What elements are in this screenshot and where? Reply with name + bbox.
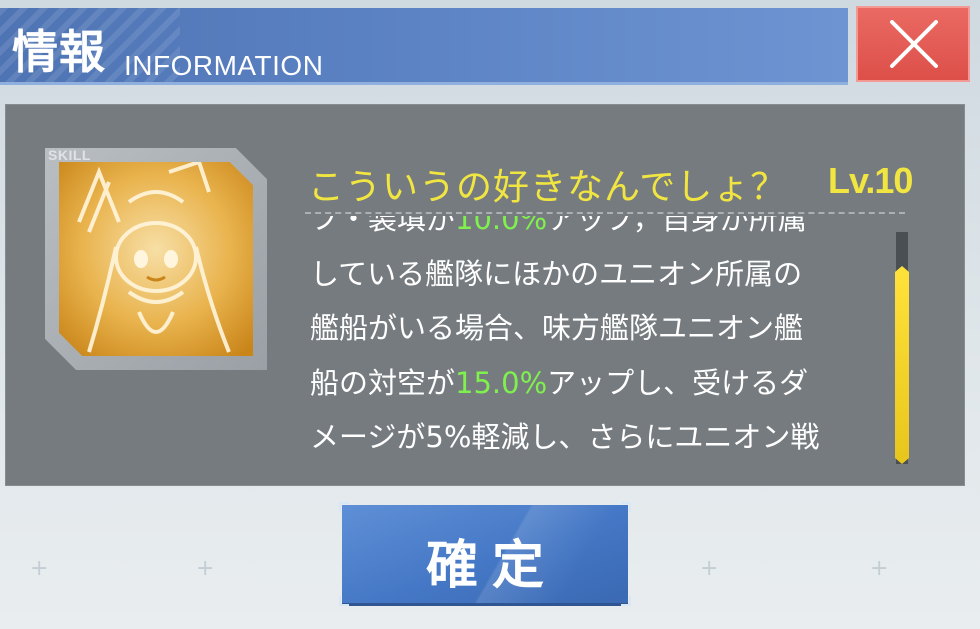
skill-name: こういうの好きなんでしょ？ (308, 167, 788, 208)
background-cross: + (30, 556, 49, 581)
close-icon (890, 20, 938, 68)
skill-description: フ・装填が10.0%アップ，自身が所属している艦隊にほかのユニオン所属の 艦船がい… (310, 216, 890, 471)
description-text: している艦隊にほかのユニオン所属の (310, 256, 803, 291)
highlight-value: 15.0% (455, 365, 548, 400)
button-corner (621, 502, 631, 512)
confirm-button-label: 確定 (425, 535, 558, 596)
close-button[interactable] (856, 6, 970, 82)
button-corner (621, 596, 631, 606)
scrollbar-thumb[interactable] (895, 266, 909, 464)
description-text: 船の対空が (310, 365, 456, 400)
background-cross: + (700, 556, 719, 581)
description-line: フ・装填が10.0%アップ，自身が所属 (310, 216, 890, 247)
skill-tag: SKILL (48, 147, 91, 163)
description-text: アップし、受けるダ (547, 365, 809, 400)
description-text: フ・装填が (310, 216, 456, 236)
button-corner (339, 502, 349, 512)
skill-portrait-icon (59, 162, 253, 356)
divider (305, 212, 905, 214)
description-text: メージが5%軽減し、さらにユニオン戦 (310, 420, 820, 454)
confirm-button[interactable]: 確定 (339, 502, 631, 606)
description-line: している艦隊にほかのユニオン所属の (310, 247, 890, 302)
skill-level: Lv.10 (828, 160, 913, 201)
description-line: メージが5%軽減し、さらにユニオン戦 (310, 410, 890, 465)
button-corner (339, 596, 349, 606)
description-line: 艦船がいる場合、味方艦隊ユニオン艦 (310, 301, 890, 356)
description-line: 船の対空が15.0%アップし、受けるダ (310, 356, 890, 411)
skill-description-scroll[interactable]: フ・装填が10.0%アップ，自身が所属している艦隊にほかのユニオン所属の 艦船がい… (310, 216, 890, 471)
dialog-header: 情報 INFORMATION (0, 8, 848, 85)
description-text: 艦船がいる場合、味方艦隊ユニオン艦 (310, 311, 804, 345)
background-cross: + (196, 556, 215, 581)
background-cross: + (870, 556, 889, 581)
header-title-en: INFORMATION (124, 50, 324, 81)
description-text: アップ，自身が所属 (547, 216, 807, 236)
description-line: 艦・巡洋戦艦の火力が10.0%アップ (310, 465, 890, 472)
highlight-value: 10.0% (455, 216, 548, 236)
header-title-jp: 情報 (12, 25, 106, 79)
